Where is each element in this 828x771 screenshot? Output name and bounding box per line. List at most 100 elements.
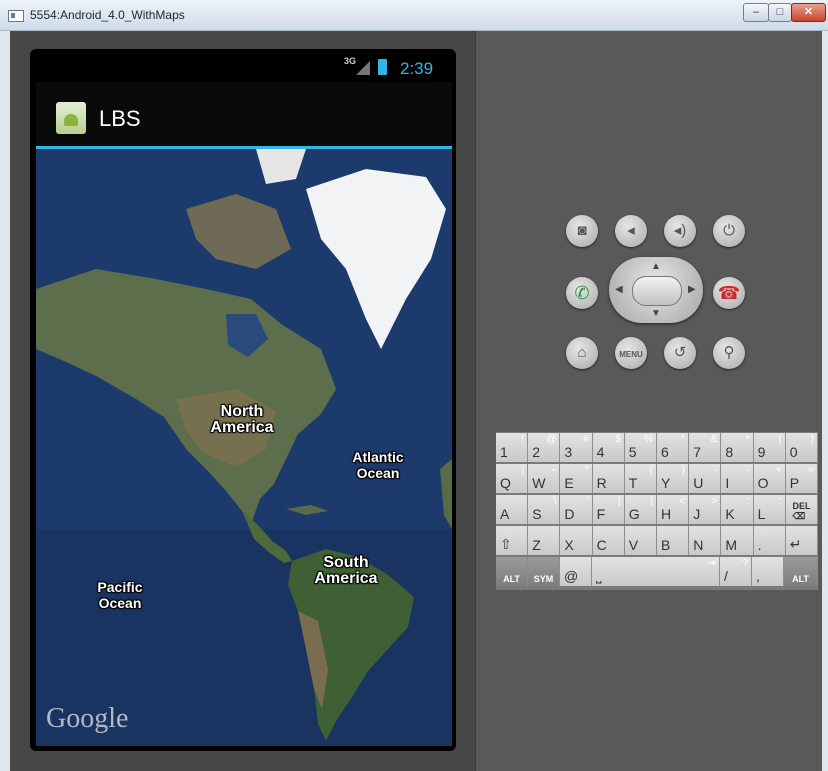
key-label: , — [756, 568, 760, 584]
key-1[interactable]: 1! — [496, 433, 529, 462]
key-f[interactable]: F[ — [592, 495, 625, 524]
key-alt-label: # — [583, 434, 589, 445]
key-alt-label: : — [779, 496, 782, 507]
key-k[interactable]: K; — [721, 495, 754, 524]
key-label: Q — [500, 475, 511, 491]
close-button[interactable]: ✕ — [791, 3, 826, 22]
key-alt[interactable]: ALT — [496, 557, 528, 586]
dpad-right-icon[interactable]: ▶ — [688, 284, 696, 295]
key-z[interactable]: Z — [528, 526, 561, 555]
volume-up-icon: ◂) — [673, 222, 687, 239]
key-p[interactable]: P = — [785, 464, 818, 493]
key-v[interactable]: V — [624, 526, 657, 555]
search-button[interactable]: ⚲ — [713, 337, 745, 369]
key-alt-label: { — [649, 465, 653, 476]
key-label: ⎵ — [596, 567, 602, 583]
key-r4k5[interactable]: , — [752, 557, 784, 586]
key-2[interactable]: 2 @ — [528, 433, 561, 462]
key-alt-label: = — [808, 465, 814, 476]
key-label: N — [693, 537, 704, 553]
key-i[interactable]: I- — [721, 464, 754, 493]
key-alt-label: - — [714, 465, 718, 476]
key-label: X — [564, 537, 574, 553]
key-alt-label: & — [710, 434, 718, 445]
window-title: 5554:Android_4.0_WithMaps — [30, 8, 185, 22]
key-label: A — [500, 506, 510, 522]
google-watermark: Google — [46, 703, 129, 734]
volume-down-button[interactable]: ◂ — [615, 215, 647, 247]
home-button[interactable]: ⌂ — [566, 337, 598, 369]
dpad-down-icon[interactable]: ▼ — [651, 308, 661, 319]
menu-icon: MENU — [619, 350, 643, 359]
map-label-pacific-ocean: Pacific Ocean — [97, 579, 143, 611]
menu-button[interactable]: MENU — [615, 337, 647, 369]
key-label: L — [757, 506, 766, 522]
key-r4k2[interactable]: @ — [560, 557, 592, 586]
minimize-button[interactable]: – — [743, 3, 769, 22]
key-r4k4[interactable]: /? — [720, 557, 752, 586]
key-9[interactable]: 9( — [753, 433, 786, 462]
key-alt-label: | — [521, 465, 525, 476]
key-label: P — [789, 475, 800, 491]
key-7[interactable]: 7 & — [689, 433, 722, 462]
key-y[interactable]: Y} — [657, 464, 690, 493]
key-alt-label: ~ — [550, 465, 557, 476]
key-o[interactable]: O + — [753, 464, 786, 493]
key-6[interactable]: 6 ^ — [657, 433, 690, 462]
key-q[interactable]: Q | — [496, 464, 529, 493]
map-view[interactable]: North America Atlantic Ocean South Ameri… — [36, 149, 452, 746]
maximize-button[interactable]: □ — [768, 3, 792, 22]
key-u[interactable]: U- — [689, 464, 722, 493]
key-3[interactable]: 3 # — [560, 433, 593, 462]
key-0[interactable]: 0) — [785, 433, 818, 462]
key-label: J — [693, 506, 701, 522]
back-button[interactable]: ↺ — [664, 337, 696, 369]
key-label: G — [628, 506, 640, 522]
key-label: 5 — [628, 444, 637, 460]
key-alt-label: [ — [618, 496, 621, 507]
key-alt[interactable]: ALT — [784, 557, 818, 586]
app-logo-icon[interactable] — [56, 102, 86, 134]
key-m[interactable]: M — [721, 526, 754, 555]
key-4[interactable]: 4 $ — [592, 433, 625, 462]
phone-screen[interactable]: 3G 2:39 LBS North America Atlantic Ocean… — [36, 52, 452, 746]
key-w[interactable]: W ~ — [528, 464, 561, 493]
key-r4k3[interactable]: ⎵ ⇥ — [592, 557, 720, 586]
dpad-left-icon[interactable]: ◀ — [615, 284, 623, 295]
key-a[interactable]: A — [496, 495, 529, 524]
key-g[interactable]: G] — [624, 495, 657, 524]
dpad-center-button[interactable] — [632, 276, 682, 306]
key-5[interactable]: 5% — [624, 433, 657, 462]
key-r3k9[interactable]: ↵ — [785, 526, 818, 555]
call-button[interactable]: ✆ — [566, 277, 598, 309]
key-r3k8[interactable]: . — [753, 526, 786, 555]
key-e[interactable]: E " — [560, 464, 593, 493]
key-alt-label: " — [585, 465, 589, 476]
key-j[interactable]: J > — [689, 495, 722, 524]
camera-button[interactable]: ◙ — [566, 215, 598, 247]
key-sym[interactable]: SYM — [528, 557, 560, 586]
satellite-map[interactable] — [36, 149, 452, 746]
key-d[interactable]: D ' — [560, 495, 593, 524]
key-r[interactable]: R ` — [592, 464, 625, 493]
dpad-up-icon[interactable]: ▲ — [651, 261, 661, 272]
controls-pane — [476, 31, 822, 771]
key-label: . — [757, 537, 762, 553]
key-r3k0[interactable]: ⇧ — [496, 526, 529, 555]
power-button[interactable]: ⏻ — [713, 215, 745, 247]
volume-up-button[interactable]: ◂) — [664, 215, 696, 247]
key-l[interactable]: L: — [753, 495, 786, 524]
key-label: @ — [564, 568, 579, 584]
key-8[interactable]: 8 * — [721, 433, 754, 462]
camera-icon: ◙ — [577, 222, 587, 239]
key-s[interactable]: S \ — [528, 495, 561, 524]
key-del[interactable]: DEL ⌫ — [785, 495, 818, 524]
key-c[interactable]: C — [592, 526, 625, 555]
end-call-button[interactable]: ☎ — [713, 277, 745, 309]
key-h[interactable]: H < — [657, 495, 690, 524]
key-x[interactable]: X — [560, 526, 593, 555]
key-t[interactable]: T{ — [624, 464, 657, 493]
key-label: Y — [661, 475, 671, 491]
key-n[interactable]: N — [689, 526, 722, 555]
key-b[interactable]: B — [657, 526, 690, 555]
